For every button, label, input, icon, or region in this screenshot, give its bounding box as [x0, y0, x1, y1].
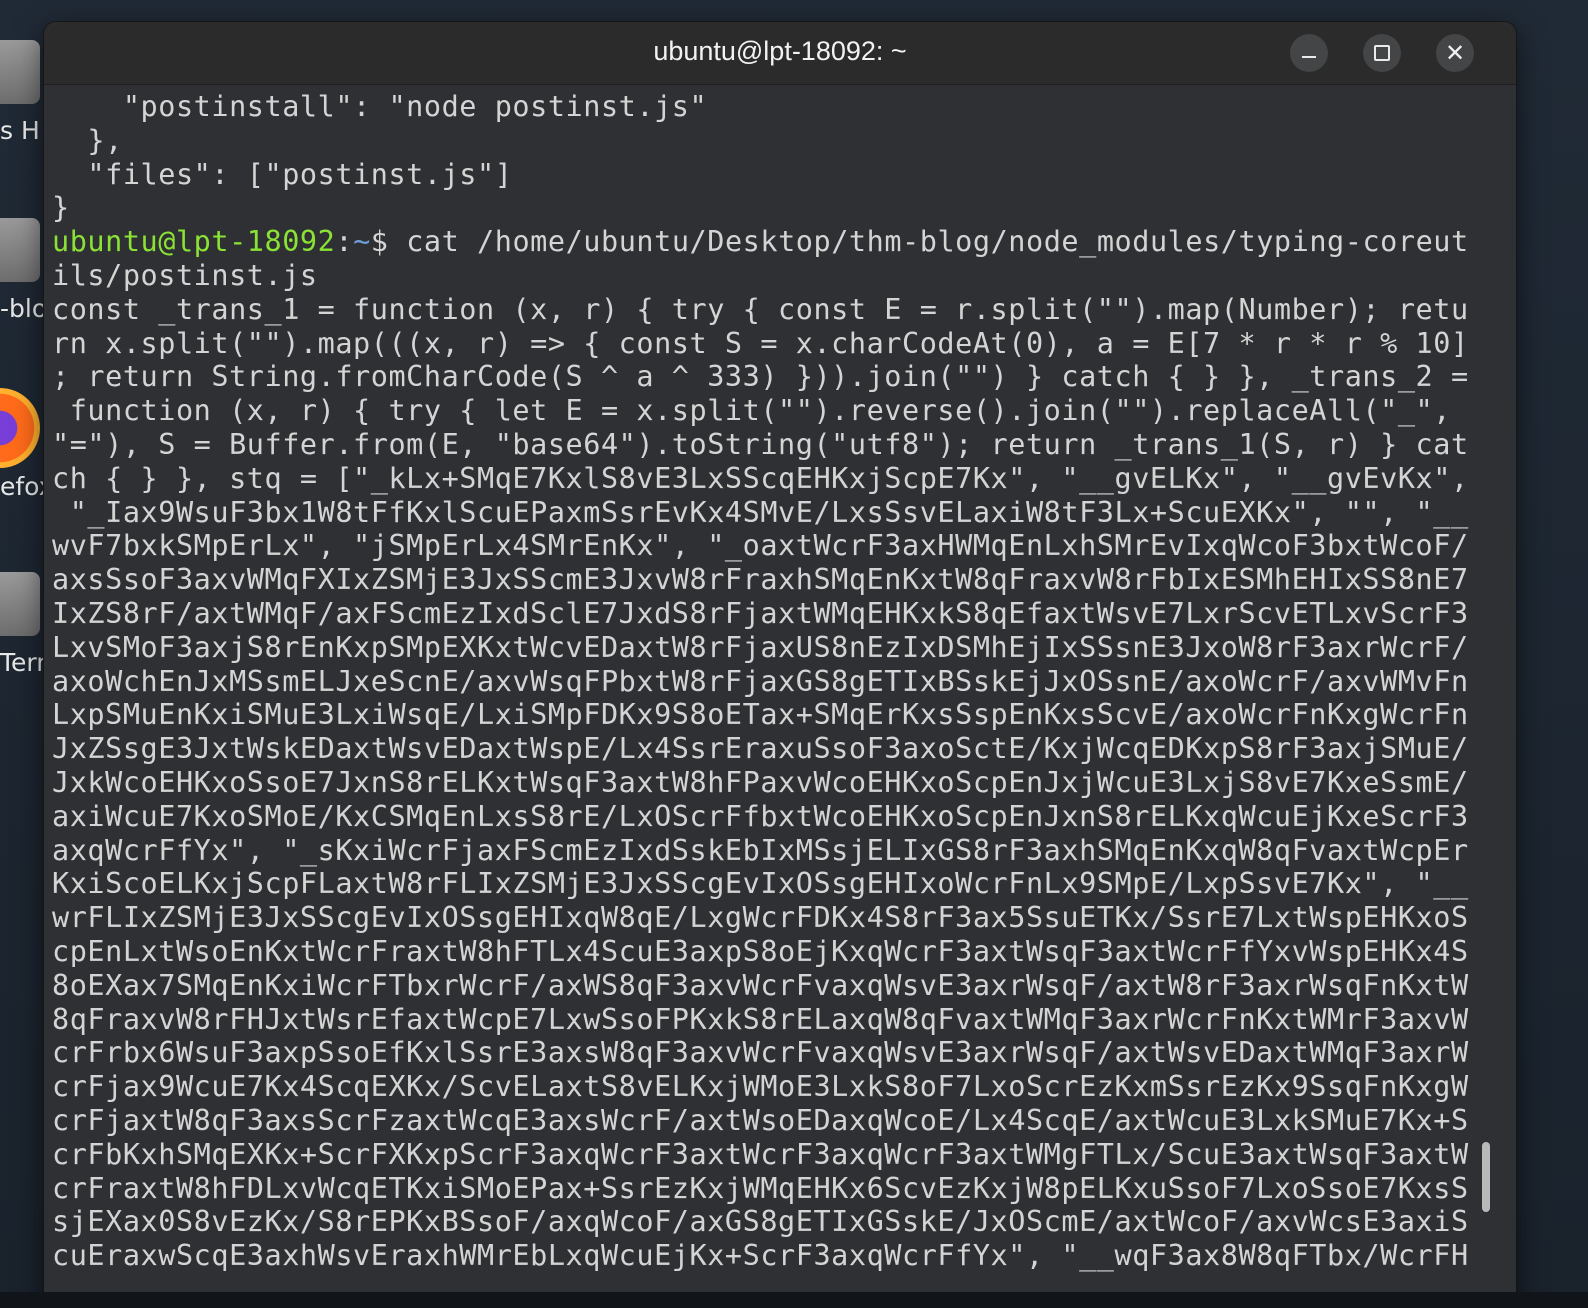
home-folder-icon — [0, 40, 40, 104]
output-line: JxZSsgE3JxtWskEDaxtWsvEDaxtWspE/Lx4SsrEr… — [52, 732, 1469, 766]
terminal-window[interactable]: ubuntu@lpt-18092: ~ ✕ "postinstall": "no… — [44, 22, 1516, 1308]
prompt-symbol: $ — [370, 225, 407, 259]
output-line: wvF7bxkSMpErLx", "jSMpErLx4SMrEnKx", "_o… — [52, 529, 1469, 563]
output-line: axqWcrFfYx", "_sKxiWcrFjaxFScmEzIxdSskEb… — [52, 833, 1469, 867]
output-line: cpEnLxtWsoEnKxtWcrFraxtW8hFTLx4ScuE3axpS… — [52, 934, 1469, 968]
output-line: crFjaxtW8qF3axsScrFzaxtWcqE3axsWcrF/axtW… — [52, 1103, 1469, 1137]
output-line: LxpSMuEnKxiSMuE3LxiWsqE/LxiSMpFDKx9S8oET… — [52, 698, 1469, 732]
output-line: axsSsoF3axvWMqFXIxZSMjE3JxSScmE3JxvW8rFr… — [52, 563, 1469, 597]
output-line: wrFLIxZSMjE3JxSScgEvIxOSsgEHIxqW8qE/LxgW… — [52, 901, 1469, 935]
terminal-scrollbar[interactable] — [1482, 1142, 1490, 1212]
output-line: IxZS8rF/axtWMqF/axFScmEzIxdSclE7JxdS8rFj… — [52, 596, 1469, 630]
prompt-command: cat /home/ubuntu/Desktop/thm-blog/node_m… — [406, 225, 1469, 259]
output-line: crFjax9WcuE7Kx4ScqEXKx/ScvELaxtS8vELKxjW… — [52, 1070, 1469, 1104]
terminal-command-wrap: ils/postinst.js — [52, 258, 318, 292]
terminal-line: "files": ["postinst.js"] — [52, 157, 513, 191]
close-button[interactable]: ✕ — [1436, 34, 1474, 72]
output-line: sjEXax0S8vEzKx/S8rEPKxBSsoF/axqWcoF/axGS… — [52, 1205, 1469, 1239]
output-line: "_Iax9WsuF3bx1W8tFfKxlScuEPaxmSsrEvKx4SM… — [52, 495, 1469, 529]
output-line: const _trans_1 = function (x, r) { try {… — [52, 292, 1469, 326]
output-line: "="), S = Buffer.from(E, "base64").toStr… — [52, 427, 1469, 461]
window-titlebar[interactable]: ubuntu@lpt-18092: ~ ✕ — [44, 22, 1516, 85]
minimize-button[interactable] — [1290, 34, 1328, 72]
output-line: axoWchEnJxMSsmELJxeScnE/axvWsqFPbxtW8rFj… — [52, 664, 1469, 698]
desktop-icon-label: -blo — [0, 294, 48, 323]
prompt-colon: : — [335, 225, 354, 259]
output-line: crFraxtW8hFDLxvWcqETKxiSMoEPax+SsrEzKxjW… — [52, 1171, 1469, 1205]
desktop-icon-home[interactable]: s H — [0, 40, 42, 145]
firefox-icon — [0, 388, 40, 468]
output-line: function (x, r) { try { let E = x.split(… — [52, 394, 1451, 428]
terminal-content[interactable]: "postinstall": "node postinst.js" }, "fi… — [52, 90, 1492, 1300]
maximize-button[interactable] — [1363, 34, 1401, 72]
minimize-icon — [1302, 56, 1316, 58]
desktop-icon-terminal[interactable]: Tern — [0, 572, 52, 677]
terminal-line: }, — [52, 123, 123, 157]
output-line: 8qFraxvW8rFHJxtWsrEfaxtWcpE7LxwSsoFPKxkS… — [52, 1002, 1469, 1036]
desktop-icon-label: s H — [0, 116, 40, 145]
output-line: LxvSMoF3axjS8rEnKxpSMpEXKxtWcvEDaxtW8rFj… — [52, 630, 1469, 664]
output-line: KxiScoELKxjScpFLaxtW8rFLIxZSMjE3JxSScgEv… — [52, 867, 1469, 901]
output-line: crFbKxhSMqEXKx+ScrFXKxpScrF3axqWcrF3axtW… — [52, 1137, 1469, 1171]
desktop-icon-blog[interactable]: -blo — [0, 218, 47, 323]
output-line: ; return String.fromCharCode(S ^ a ^ 333… — [52, 360, 1469, 394]
terminal-prompt-line: ubuntu@lpt-18092:~$ cat /home/ubuntu/Des… — [52, 225, 1492, 259]
bottom-panel — [0, 1292, 1588, 1308]
folder-icon — [0, 218, 40, 282]
command-output: const _trans_1 = function (x, r) { try {… — [52, 293, 1492, 1273]
terminal-line: } — [52, 191, 70, 225]
prompt-path: ~ — [353, 225, 371, 259]
output-line: rn x.split("").map(((x, r) => { const S … — [52, 326, 1469, 360]
output-line: axiWcuE7KxoSMoE/KxCSMqEnLxsS8rE/LxOScrFf… — [52, 799, 1469, 833]
output-line: cuEraxwScqE3axhWsvEraxhWMrEbLxqWcuEjKx+S… — [52, 1239, 1469, 1273]
prompt-user-host: ubuntu@lpt-18092 — [52, 225, 336, 259]
output-line: ch { } }, stq = ["_kLx+SMqE7KxlS8vE3LxSS… — [52, 461, 1469, 495]
output-line: JxkWcoEHKxoSsoE7JxnS8rELKxtWsqF3axtW8hFP… — [52, 765, 1469, 799]
terminal-icon — [0, 572, 40, 636]
output-line: crFrbx6WsuF3axpSsoEfKxlSsrE3axsW8qF3axvW… — [52, 1036, 1469, 1070]
maximize-icon — [1374, 45, 1390, 61]
terminal-line: "postinstall": "node postinst.js" — [52, 90, 708, 123]
desktop-icon-firefox[interactable]: efox — [0, 388, 54, 501]
output-line: 8oEXax7SMqEnKxiWcrFTbxrWcrF/axWS8qF3axvW… — [52, 968, 1469, 1002]
close-icon: ✕ — [1444, 39, 1466, 67]
